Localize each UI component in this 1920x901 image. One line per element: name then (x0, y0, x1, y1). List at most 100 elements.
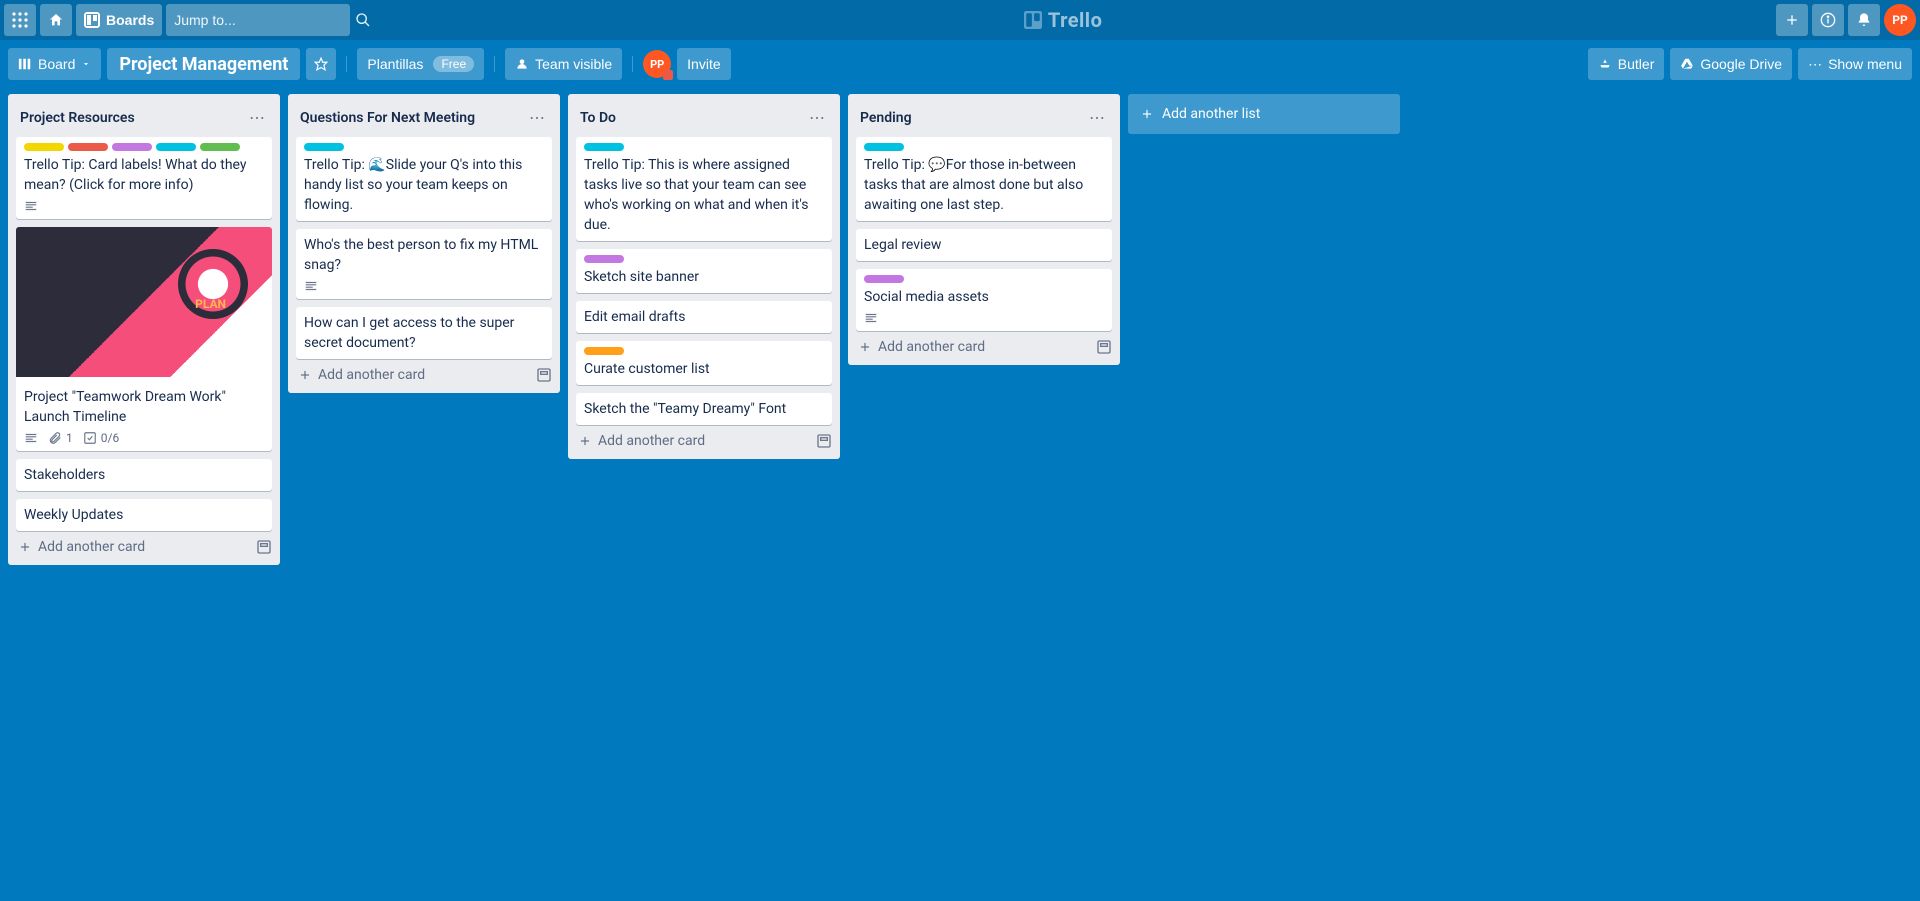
gdrive-button[interactable]: Google Drive (1670, 48, 1792, 80)
star-button[interactable] (306, 48, 336, 80)
add-list-button[interactable]: Add another list (1128, 94, 1400, 134)
template-icon[interactable] (1096, 339, 1112, 355)
label-purple[interactable] (864, 275, 904, 283)
card-labels (864, 275, 1104, 283)
home-button[interactable] (40, 4, 72, 36)
add-card-row: Add another card (568, 425, 840, 457)
add-card-row: Add another card (288, 359, 560, 391)
description-icon (864, 311, 878, 325)
list: To Do ⋯ Trello Tip: This is where assign… (568, 94, 840, 459)
boardbar: Board Project Management Plantillas Free… (0, 40, 1920, 88)
list-title[interactable]: Project Resources (20, 110, 135, 126)
label-teal[interactable] (156, 143, 196, 151)
card-labels (584, 255, 824, 263)
add-card-label: Add another card (598, 433, 705, 449)
topbar-right: PP (1776, 4, 1916, 36)
topbar: Boards Trello PP (0, 0, 1920, 40)
invite-button[interactable]: Invite (677, 48, 730, 80)
butler-button[interactable]: Butler (1588, 48, 1665, 80)
board-view-switcher[interactable]: Board (8, 48, 101, 80)
label-orange[interactable] (584, 347, 624, 355)
add-card-button[interactable]: Add another card (298, 367, 425, 383)
visibility-button[interactable]: Team visible (505, 48, 622, 80)
card[interactable]: Edit email drafts (576, 301, 832, 333)
info-icon (1820, 12, 1836, 28)
card-labels (864, 143, 1104, 151)
card[interactable]: Weekly Updates (16, 499, 272, 531)
label-green[interactable] (200, 143, 240, 151)
label-purple[interactable] (584, 255, 624, 263)
label-teal[interactable] (584, 143, 624, 151)
card-title: Sketch the "Teamy Dreamy" Font (584, 399, 824, 419)
card-badges (304, 279, 544, 293)
card[interactable]: Social media assets (856, 269, 1112, 331)
card[interactable]: Sketch the "Teamy Dreamy" Font (576, 393, 832, 425)
notifications-button[interactable] (1848, 4, 1880, 36)
brand: Trello (354, 8, 1772, 32)
label-red[interactable] (68, 143, 108, 151)
add-card-button[interactable]: Add another card (578, 433, 705, 449)
member-avatar[interactable]: PP (643, 50, 671, 78)
create-button[interactable] (1776, 4, 1808, 36)
card[interactable]: Trello Tip: 💬For those in-between tasks … (856, 137, 1112, 221)
card-title: Who's the best person to fix my HTML sna… (304, 235, 544, 275)
card-title: How can I get access to the super secret… (304, 313, 544, 353)
list-menu-button[interactable]: ⋯ (523, 104, 552, 131)
list-header: Questions For Next Meeting ⋯ (288, 94, 560, 137)
search-box[interactable] (166, 4, 350, 36)
card[interactable]: Trello Tip: This is where assigned tasks… (576, 137, 832, 241)
list-title[interactable]: Pending (860, 110, 912, 126)
info-button[interactable] (1812, 4, 1844, 36)
list-menu-button[interactable]: ⋯ (803, 104, 832, 131)
boards-label: Boards (106, 12, 154, 28)
card-title: Legal review (864, 235, 1104, 255)
plus-icon (1784, 12, 1800, 28)
description-badge (24, 199, 38, 213)
search-input[interactable] (174, 12, 355, 28)
list-menu-button[interactable]: ⋯ (243, 104, 272, 131)
label-purple[interactable] (112, 143, 152, 151)
cards-container: Trello Tip: This is where assigned tasks… (568, 137, 840, 425)
add-card-button[interactable]: Add another card (18, 539, 145, 555)
card[interactable]: Project "Teamwork Dream Work" Launch Tim… (16, 227, 272, 451)
card[interactable]: Trello Tip: 🌊Slide your Q's into this ha… (296, 137, 552, 221)
card[interactable]: Trello Tip: Card labels! What do they me… (16, 137, 272, 219)
plus-icon (18, 540, 32, 554)
card-title: Edit email drafts (584, 307, 824, 327)
cards-container: Trello Tip: 💬For those in-between tasks … (848, 137, 1120, 331)
card[interactable]: Sketch site banner (576, 249, 832, 293)
template-icon[interactable] (816, 433, 832, 449)
list-menu-button[interactable]: ⋯ (1083, 104, 1112, 131)
boards-icon (84, 12, 100, 28)
bell-icon (1856, 12, 1872, 28)
avatar[interactable]: PP (1884, 4, 1916, 36)
template-icon[interactable] (256, 539, 272, 555)
label-teal[interactable] (864, 143, 904, 151)
card[interactable]: Who's the best person to fix my HTML sna… (296, 229, 552, 299)
card[interactable]: Curate customer list (576, 341, 832, 385)
label-yellow[interactable] (24, 143, 64, 151)
description-icon (24, 199, 38, 213)
apps-button[interactable] (4, 4, 36, 36)
show-menu-button[interactable]: ⋯ Show menu (1798, 48, 1912, 80)
boards-button[interactable]: Boards (76, 4, 162, 36)
label-teal[interactable] (304, 143, 344, 151)
card[interactable]: How can I get access to the super secret… (296, 307, 552, 359)
card-title: Sketch site banner (584, 267, 824, 287)
list-title[interactable]: To Do (580, 110, 616, 126)
free-pill: Free (433, 56, 474, 72)
gdrive-label: Google Drive (1700, 56, 1782, 72)
chevron-down-icon (81, 59, 91, 69)
brand-text: Trello (1048, 8, 1103, 32)
board-name[interactable]: Project Management (107, 48, 300, 80)
card-title: Trello Tip: Card labels! What do they me… (24, 155, 264, 195)
templates-button[interactable]: Plantillas Free (357, 48, 484, 80)
list-title[interactable]: Questions For Next Meeting (300, 110, 475, 126)
divider (346, 56, 347, 72)
plus-icon (858, 340, 872, 354)
template-icon[interactable] (536, 367, 552, 383)
add-card-button[interactable]: Add another card (858, 339, 985, 355)
card[interactable]: Stakeholders (16, 459, 272, 491)
card[interactable]: Legal review (856, 229, 1112, 261)
attachment-icon (48, 431, 62, 445)
